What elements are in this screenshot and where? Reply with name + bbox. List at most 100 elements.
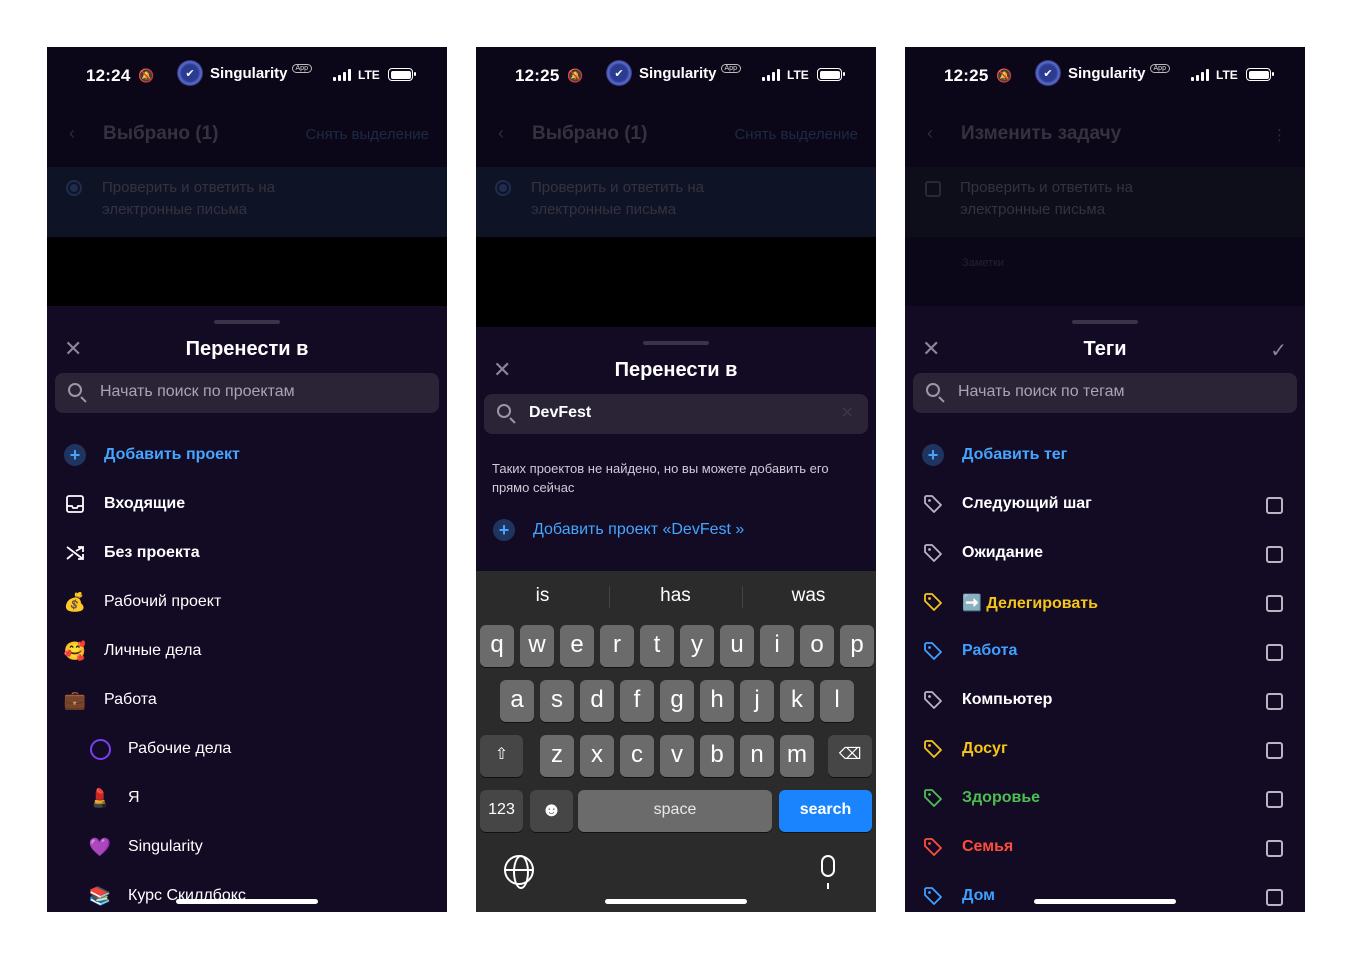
tag-search-input[interactable]: Начать поиск по тегам [913, 373, 1297, 413]
sheet-title: Перенести в [614, 359, 738, 381]
key-w[interactable]: w [520, 625, 554, 667]
key-y[interactable]: y [680, 625, 714, 667]
tag-label: Ожидание [962, 544, 1044, 561]
key-e[interactable]: e [560, 625, 594, 667]
tag-checkbox[interactable] [1266, 546, 1283, 563]
key-l[interactable]: l [820, 680, 854, 722]
tag-checkbox[interactable] [1266, 644, 1283, 661]
selected-radio-icon [495, 180, 511, 196]
project-item-me[interactable]: 💄 Я [47, 777, 447, 821]
sheet-grabber[interactable] [214, 320, 280, 324]
tag-checkbox[interactable] [1266, 791, 1283, 808]
key-k[interactable]: k [780, 680, 814, 722]
globe-icon[interactable] [504, 855, 534, 889]
microphone-icon[interactable] [821, 855, 835, 889]
project-item-work-project[interactable]: 💰 Рабочий проект [47, 581, 447, 625]
tag-item[interactable]: Дом [905, 875, 1305, 912]
search-key[interactable]: search [779, 790, 872, 832]
key-u[interactable]: u [720, 625, 754, 667]
tag-item[interactable]: Досуг [905, 728, 1305, 772]
suggestion-was[interactable]: was [742, 585, 875, 607]
tag-label: Компьютер [962, 691, 1053, 708]
project-item-singularity[interactable]: 💜 Singularity [47, 826, 447, 870]
key-h[interactable]: h [700, 680, 734, 722]
project-item-personal[interactable]: 🥰 Личные дела [47, 630, 447, 674]
backspace-key[interactable]: ⌫ [828, 735, 872, 777]
tag-item[interactable]: Компьютер [905, 679, 1305, 723]
tag-item[interactable]: Ожидание [905, 532, 1305, 576]
phone-screen-tags: 12:25 🔕 ✔ Singularity App LTE ‹ Изменить… [905, 47, 1305, 912]
sheet-grabber[interactable] [1072, 320, 1138, 324]
home-indicator[interactable] [605, 899, 747, 904]
key-a[interactable]: a [500, 680, 534, 722]
emoji-key[interactable]: ☻ [530, 790, 573, 832]
home-indicator[interactable] [1034, 899, 1176, 904]
key-z[interactable]: z [540, 735, 574, 777]
dynamic-island[interactable]: ✔ Singularity App [177, 60, 312, 86]
key-i[interactable]: i [760, 625, 794, 667]
tag-item[interactable]: Здоровье [905, 777, 1305, 821]
tag-item[interactable]: Работа [905, 630, 1305, 674]
status-time: 12:25 [944, 66, 989, 85]
status-time: 12:24 [86, 66, 131, 85]
space-key[interactable]: space [578, 790, 772, 832]
key-p[interactable]: p [840, 625, 874, 667]
project-item-inbox[interactable]: Входящие [47, 483, 447, 527]
key-j[interactable]: j [740, 680, 774, 722]
key-t[interactable]: t [640, 625, 674, 667]
tag-checkbox[interactable] [1266, 742, 1283, 759]
key-g[interactable]: g [660, 680, 694, 722]
plus-icon: + [922, 444, 944, 466]
key-d[interactable]: d [580, 680, 614, 722]
key-m[interactable]: m [780, 735, 814, 777]
project-item-work[interactable]: 💼 Работа [47, 679, 447, 723]
suggestion-has[interactable]: has [609, 585, 742, 607]
search-icon [68, 383, 82, 397]
sheet-grabber[interactable] [643, 341, 709, 345]
tag-checkbox[interactable] [1266, 840, 1283, 857]
checkmark-icon[interactable]: ✓ [1270, 338, 1287, 363]
deselect-link: Снять выделение [734, 126, 858, 143]
project-item-no-project[interactable]: Без проекта [47, 532, 447, 576]
dynamic-island[interactable]: ✔ Singularity App [1035, 60, 1170, 86]
tag-checkbox[interactable] [1266, 889, 1283, 906]
key-q[interactable]: q [480, 625, 514, 667]
add-project-devfest-button[interactable]: + Добавить проект «DevFest » [476, 509, 876, 553]
tag-item[interactable]: Семья [905, 826, 1305, 870]
key-o[interactable]: o [800, 625, 834, 667]
dynamic-island[interactable]: ✔ Singularity App [606, 60, 741, 86]
selected-radio-icon [66, 180, 82, 196]
key-f[interactable]: f [620, 680, 654, 722]
tag-checkbox[interactable] [1266, 497, 1283, 514]
selected-count-title: Выбрано (1) [103, 123, 219, 144]
tag-checkbox[interactable] [1266, 595, 1283, 612]
home-indicator[interactable] [176, 899, 318, 904]
project-search-input[interactable]: Начать поиск по проектам [55, 373, 439, 413]
project-search-input[interactable]: DevFest ✕ [484, 394, 868, 434]
clear-search-icon[interactable]: ✕ [841, 403, 854, 423]
numbers-key[interactable]: 123 [480, 790, 523, 832]
dimmed-task-row: Проверить и ответить на электронные пись… [476, 167, 876, 237]
key-r[interactable]: r [600, 625, 634, 667]
add-project-button[interactable]: + Добавить проект [47, 434, 447, 478]
tag-label: Досуг [962, 740, 1008, 757]
key-b[interactable]: b [700, 735, 734, 777]
key-s[interactable]: s [540, 680, 574, 722]
tag-item[interactable]: ➡️ Делегировать [905, 581, 1305, 625]
tag-icon [922, 885, 944, 907]
app-check-icon: ✔ [177, 60, 203, 86]
key-v[interactable]: v [660, 735, 694, 777]
key-x[interactable]: x [580, 735, 614, 777]
project-item-work-tasks[interactable]: Рабочие дела [47, 728, 447, 772]
tag-item[interactable]: Следующий шаг [905, 483, 1305, 527]
key-c[interactable]: c [620, 735, 654, 777]
shift-key[interactable]: ⇧ [480, 735, 523, 777]
tag-label: Дом [962, 887, 995, 904]
tag-checkbox[interactable] [1266, 693, 1283, 710]
circle-icon [89, 738, 111, 760]
suggestion-is[interactable]: is [476, 585, 609, 607]
task-title: Проверить и ответить на электронные пись… [102, 179, 275, 218]
key-n[interactable]: n [740, 735, 774, 777]
project-item-skillbox[interactable]: 📚 Курс Скиллбокс [47, 875, 447, 912]
add-tag-button[interactable]: + Добавить тег [905, 434, 1305, 478]
